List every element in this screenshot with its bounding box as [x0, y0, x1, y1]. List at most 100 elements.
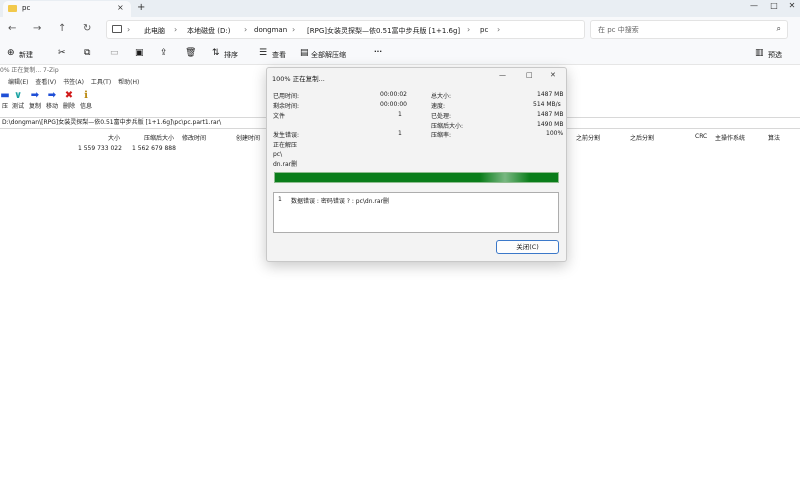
delete-icon[interactable]: 🗑: [185, 48, 196, 58]
move-arrow-icon: ➡: [47, 90, 57, 101]
column-host-os[interactable]: 主操作系统: [715, 133, 745, 142]
current-file: dn.rar删: [273, 161, 298, 168]
breadcrumb-game-folder[interactable]: [RPG]女装灵探梨—依0.51富中步兵版 [1+1.6g]: [307, 26, 460, 36]
new-tab-button[interactable]: +: [137, 2, 145, 13]
sort-button[interactable]: 排序: [224, 50, 238, 60]
search-icon: ⌕: [776, 24, 781, 33]
address-row: ← → ↑ ↻ › 此电脑 › 本地磁盘 (D:) › dongman › [R…: [0, 17, 800, 42]
sort-icon: ⇅: [212, 48, 220, 58]
processed-value: 1487 MB: [537, 111, 564, 118]
search-placeholder: 在 pc 中搜索: [598, 26, 639, 34]
errors-label: 发生错误:: [273, 132, 300, 139]
column-modified[interactable]: 修改时间: [182, 133, 206, 142]
close-button[interactable]: 关闭(C): [496, 240, 559, 254]
extract-icon: ▤: [300, 48, 309, 58]
breadcrumb-drive-d[interactable]: 本地磁盘 (D:): [187, 26, 230, 36]
speed-label: 速度:: [431, 103, 446, 110]
delete-x-icon: ✖: [64, 90, 74, 101]
compressed-size-value: 1490 MB: [537, 121, 564, 128]
view-button[interactable]: 查看: [272, 50, 286, 60]
chevron-right-icon: ›: [244, 25, 248, 34]
extract-all-button[interactable]: 全部解压缩: [311, 50, 346, 60]
back-button[interactable]: ←: [8, 23, 16, 34]
files-value: 1: [398, 111, 402, 118]
new-button[interactable]: 新建: [19, 50, 33, 60]
more-button[interactable]: ···: [374, 48, 382, 56]
remaining-label: 剩余时间:: [273, 103, 300, 110]
copy-arrow-icon: ➡: [30, 90, 40, 101]
menu-tools[interactable]: 工具(T): [91, 79, 111, 86]
column-crc[interactable]: CRC: [695, 133, 707, 140]
files-label: 文件: [273, 113, 286, 120]
info-button[interactable]: ℹ 信息: [78, 90, 94, 110]
error-list[interactable]: 1 数据错误 : 密码错误 ? : pc\dn.rar删: [273, 192, 559, 233]
tab-close-icon[interactable]: ×: [117, 3, 124, 12]
elapsed-label: 已用时间:: [273, 93, 300, 100]
folder-icon: [8, 5, 17, 12]
menu-bookmarks[interactable]: 书签(A): [63, 79, 84, 86]
processed-label: 已处理:: [431, 113, 452, 120]
column-created[interactable]: 创建时间: [236, 133, 260, 142]
breadcrumb-pc[interactable]: pc: [480, 26, 488, 34]
column-method[interactable]: 算法: [768, 133, 780, 142]
search-input[interactable]: 在 pc 中搜索 ⌕: [590, 20, 788, 39]
share-icon[interactable]: ⇪: [160, 48, 168, 58]
zip-status-title: 0% 正在复制... 7-Zip: [0, 67, 59, 74]
new-icon: ⊕: [7, 48, 15, 58]
up-button[interactable]: ↑: [58, 23, 66, 34]
copy-button[interactable]: ➡ 复制: [27, 90, 43, 110]
preview-icon: ▥: [755, 48, 764, 58]
menu-edit[interactable]: 编辑(E): [8, 79, 28, 86]
add-button[interactable]: ▬ 压: [0, 90, 10, 110]
column-packed-size[interactable]: 压缩后大小: [144, 133, 174, 142]
test-button[interactable]: ∨ 测试: [10, 90, 26, 110]
copy-icon[interactable]: ⧉: [84, 48, 90, 58]
tab-label: pc: [22, 4, 31, 12]
menu-view[interactable]: 查看(V): [35, 79, 56, 86]
forward-button[interactable]: →: [33, 23, 41, 34]
progress-shine: [480, 173, 530, 182]
chevron-right-icon: ›: [292, 25, 296, 34]
error-message: 数据错误 : 密码错误 ? : pc\dn.rar删: [291, 198, 390, 205]
cut-icon[interactable]: ✂: [58, 48, 66, 58]
current-dir: pc\: [273, 151, 283, 158]
ratio-value: 100%: [546, 130, 564, 137]
chevron-right-icon: ›: [174, 25, 178, 34]
compressed-size-label: 压缩后大小:: [431, 123, 464, 130]
copy-progress-dialog: 100% 正在复制... — □ ✕ 已用时间: 00:00:02 剩余时间: …: [266, 67, 567, 262]
dialog-title: 100% 正在复制...: [272, 75, 325, 83]
menu-help[interactable]: 帮助(H): [118, 79, 139, 86]
elapsed-value: 00:00:02: [380, 91, 407, 98]
ratio-label: 压缩率:: [431, 132, 452, 139]
column-split-after[interactable]: 之后分割: [630, 133, 654, 142]
test-icon: ∨: [13, 90, 23, 101]
zip-menu-bar: 编辑(E) 查看(V) 书签(A) 工具(T) 帮助(H): [0, 77, 139, 86]
address-bar[interactable]: › 此电脑 › 本地磁盘 (D:) › dongman › [RPG]女装灵探梨…: [106, 20, 585, 39]
error-number: 1: [278, 196, 282, 203]
chevron-right-icon: ›: [127, 25, 131, 34]
preview-button[interactable]: 预选: [768, 50, 782, 60]
add-icon: ▬: [0, 90, 10, 101]
rename-icon[interactable]: ▣: [135, 48, 144, 58]
column-split-before[interactable]: 之前分割: [576, 133, 600, 142]
breadcrumb-dongman[interactable]: dongman: [254, 26, 287, 34]
explorer-title-bar: pc × + — □ ✕: [0, 0, 800, 17]
command-bar: ⊕ 新建 ✂ ⧉ ▭ ▣ ⇪ 🗑 ⇅ 排序 ☰ 查看 ▤ 全部解压缩 ··· ▥…: [0, 42, 800, 65]
breadcrumb-this-pc[interactable]: 此电脑: [144, 26, 165, 36]
paste-icon[interactable]: ▭: [110, 48, 119, 58]
refresh-button[interactable]: ↻: [83, 23, 91, 34]
view-icon: ☰: [259, 48, 268, 58]
remaining-value: 00:00:00: [380, 101, 407, 108]
dialog-close-icon[interactable]: ✕: [550, 71, 556, 79]
delete-button[interactable]: ✖ 删除: [61, 90, 77, 110]
chevron-right-icon: ›: [497, 25, 501, 34]
dialog-maximize-button[interactable]: □: [526, 71, 533, 79]
move-button[interactable]: ➡ 移动: [44, 90, 60, 110]
tab-pc[interactable]: pc ×: [3, 1, 131, 17]
info-icon: ℹ: [84, 90, 88, 101]
dialog-minimize-button[interactable]: —: [499, 71, 506, 79]
row-packed-size: 1 562 679 888: [132, 145, 176, 152]
errors-value: 1: [398, 130, 402, 137]
column-size[interactable]: 大小: [108, 133, 120, 142]
close-window-button[interactable]: ✕: [780, 0, 800, 14]
